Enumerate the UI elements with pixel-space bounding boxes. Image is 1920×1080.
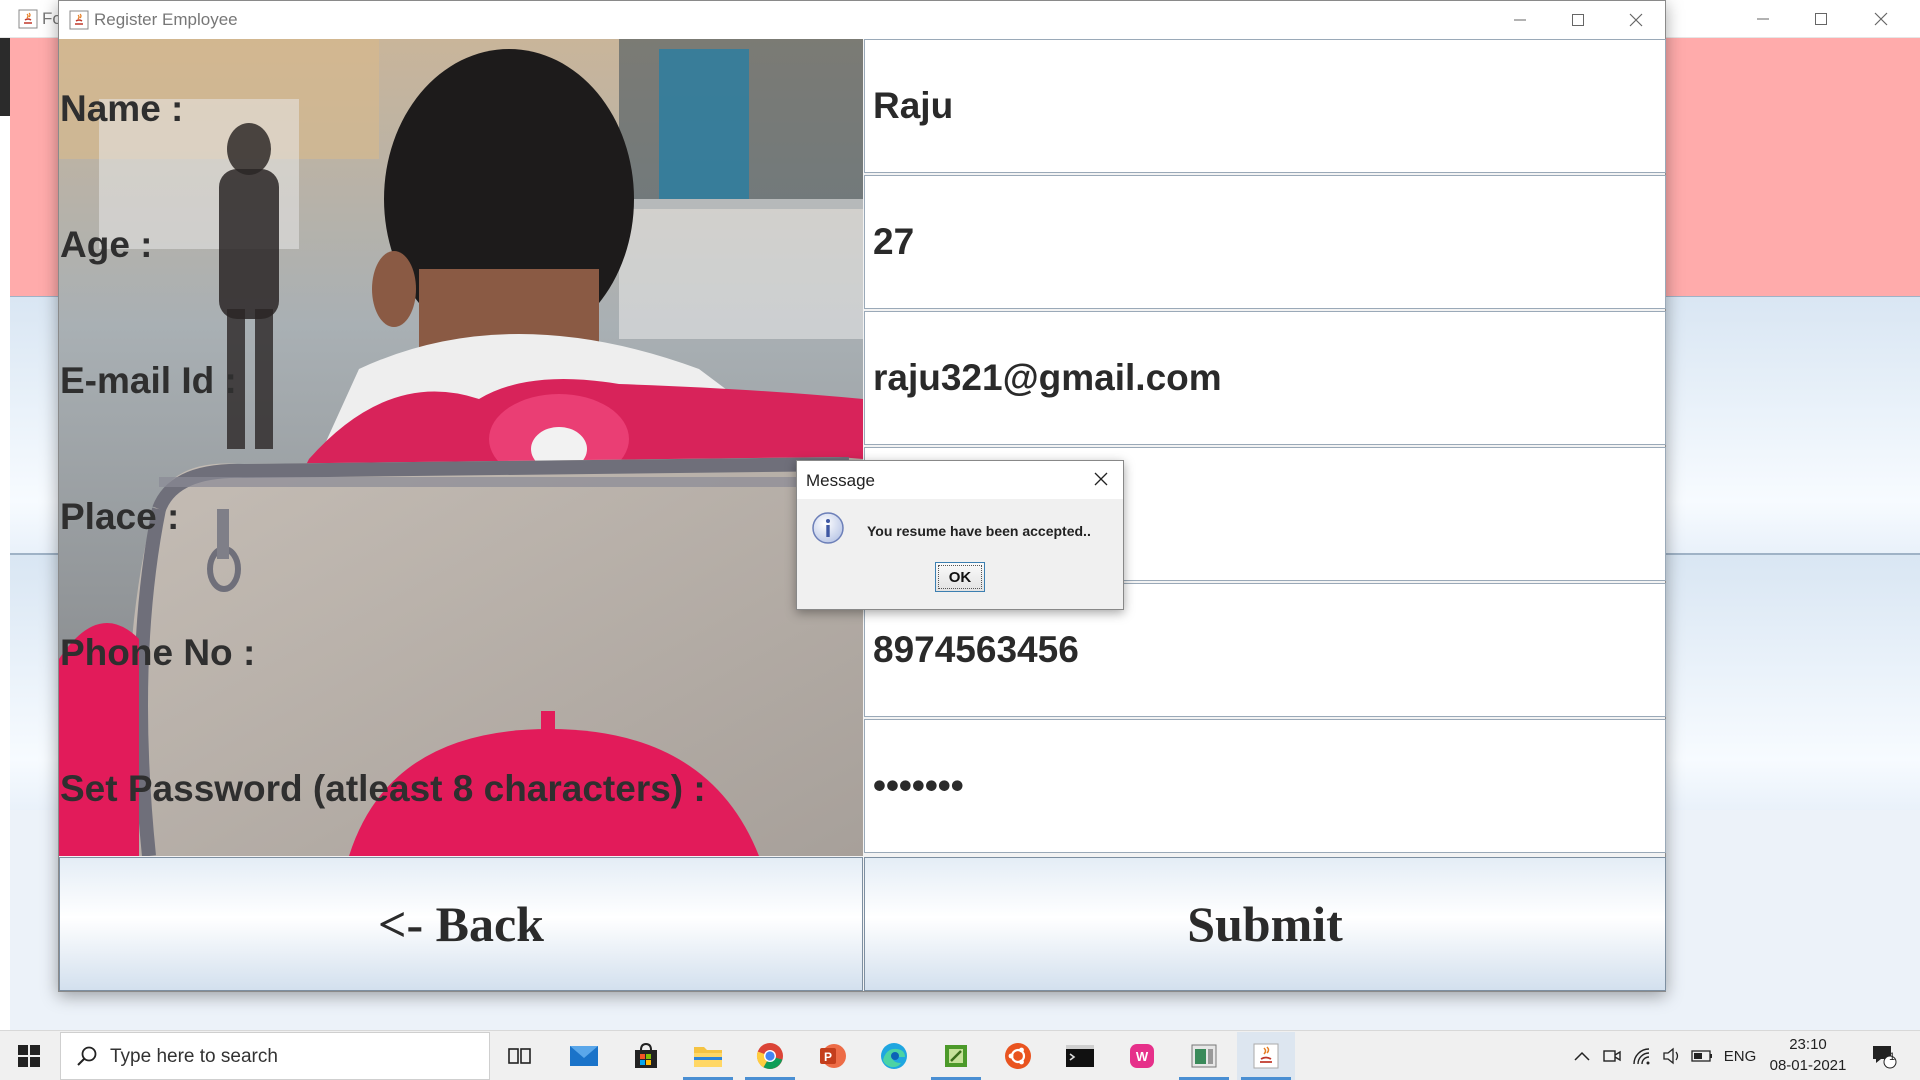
wamp-icon: W [1130, 1044, 1154, 1068]
notepad-plus-icon [945, 1045, 967, 1067]
chrome-app-button[interactable] [741, 1032, 799, 1080]
language-indicator[interactable]: ENG [1718, 1031, 1762, 1080]
java-app-icon [18, 9, 38, 29]
ide-app-button[interactable] [1175, 1032, 1233, 1080]
svg-text:W: W [1136, 1049, 1149, 1064]
camera-icon [1603, 1050, 1621, 1062]
search-input[interactable]: Type here to search [60, 1032, 490, 1080]
close-icon [1629, 13, 1643, 27]
svg-text:P: P [824, 1050, 832, 1064]
ide-icon [1191, 1044, 1217, 1068]
taskbar: Type here to search P W ENG 23:10 08-01-… [0, 1030, 1920, 1080]
search-placeholder: Type here to search [110, 1046, 278, 1067]
close-icon [1094, 472, 1108, 486]
background-minimize-button[interactable] [1734, 0, 1792, 38]
mail-app-button[interactable] [555, 1032, 613, 1080]
window-title: Register Employee [94, 10, 238, 29]
phone-label: Phone No : [60, 632, 256, 673]
file-explorer-icon [694, 1047, 722, 1067]
task-view-icon [508, 1048, 531, 1064]
chrome-icon [756, 1043, 783, 1069]
submit-button[interactable]: Submit [864, 857, 1666, 991]
speaker-icon [1663, 1047, 1679, 1065]
close-button[interactable] [1607, 1, 1665, 39]
ubuntu-icon [1005, 1043, 1031, 1069]
java-app-button[interactable] [1237, 1032, 1295, 1080]
battery-icon [1691, 1050, 1712, 1062]
terminal-icon [1066, 1045, 1094, 1067]
background-maximize-button[interactable] [1792, 0, 1850, 38]
notification-count: 1 [1888, 1051, 1896, 1063]
meet-now-button[interactable] [1598, 1031, 1626, 1080]
search-icon [77, 1046, 97, 1066]
email-field[interactable]: raju321@gmail.com [864, 311, 1666, 445]
name-label: Name : [60, 88, 184, 129]
maximize-button[interactable] [1549, 1, 1607, 39]
maximize-icon [1815, 13, 1827, 25]
task-view-button[interactable] [491, 1032, 549, 1080]
info-icon [812, 512, 844, 544]
background-dark-strip [0, 38, 10, 116]
ubuntu-app-button[interactable] [989, 1032, 1047, 1080]
edge-app-button[interactable] [865, 1032, 923, 1080]
terminal-app-button[interactable] [1051, 1032, 1109, 1080]
start-button[interactable] [0, 1031, 58, 1080]
mail-icon [570, 1046, 598, 1066]
powerpoint-icon: P [820, 1044, 846, 1068]
wifi-icon [1633, 1048, 1650, 1065]
store-app-button[interactable] [617, 1032, 675, 1080]
close-icon [1874, 12, 1888, 26]
age-label: Age : [60, 224, 153, 265]
maximize-icon [1572, 14, 1584, 26]
battery-button[interactable] [1688, 1031, 1716, 1080]
clock-date[interactable]: 08-01-2021 [1762, 1057, 1854, 1074]
message-dialog: Message You resume have been accepted.. … [796, 460, 1124, 610]
window-titlebar: Register Employee [59, 1, 1665, 39]
email-label: E-mail Id : [60, 360, 237, 401]
dialog-close-button[interactable] [1087, 465, 1115, 493]
wamp-app-button[interactable]: W [1113, 1032, 1171, 1080]
dialog-titlebar: Message [797, 461, 1123, 499]
powerpoint-app-button[interactable]: P [803, 1032, 861, 1080]
show-hidden-icons-button[interactable] [1568, 1031, 1596, 1080]
java-app-icon [69, 10, 89, 30]
notification-center-button[interactable]: 1 [1862, 1031, 1906, 1080]
background-close-button[interactable] [1852, 0, 1910, 38]
place-label: Place : [60, 496, 180, 537]
dialog-title: Message [806, 471, 875, 490]
file-explorer-button[interactable] [679, 1032, 737, 1080]
delivery-rider-photo [59, 39, 863, 856]
windows-icon [18, 1045, 40, 1067]
back-button[interactable]: <- Back [59, 857, 863, 991]
edge-icon [881, 1043, 907, 1069]
age-field[interactable]: 27 [864, 175, 1666, 309]
minimize-button[interactable] [1491, 1, 1549, 39]
volume-button[interactable] [1658, 1031, 1686, 1080]
name-field[interactable]: Raju [864, 39, 1666, 173]
store-icon [635, 1042, 657, 1068]
minimize-icon [1514, 19, 1526, 21]
chevron-up-icon [1574, 1051, 1590, 1061]
clock-time[interactable]: 23:10 [1768, 1036, 1848, 1053]
notepad-plus-app-button[interactable] [927, 1032, 985, 1080]
network-button[interactable] [1628, 1031, 1656, 1080]
password-field[interactable]: ••••••• [864, 719, 1666, 853]
password-label: Set Password (atleast 8 characters) : [60, 768, 706, 809]
minimize-icon [1757, 18, 1769, 20]
java-icon [1253, 1043, 1279, 1069]
ok-button[interactable]: OK [935, 562, 985, 592]
dialog-message: You resume have been accepted.. [867, 523, 1091, 539]
